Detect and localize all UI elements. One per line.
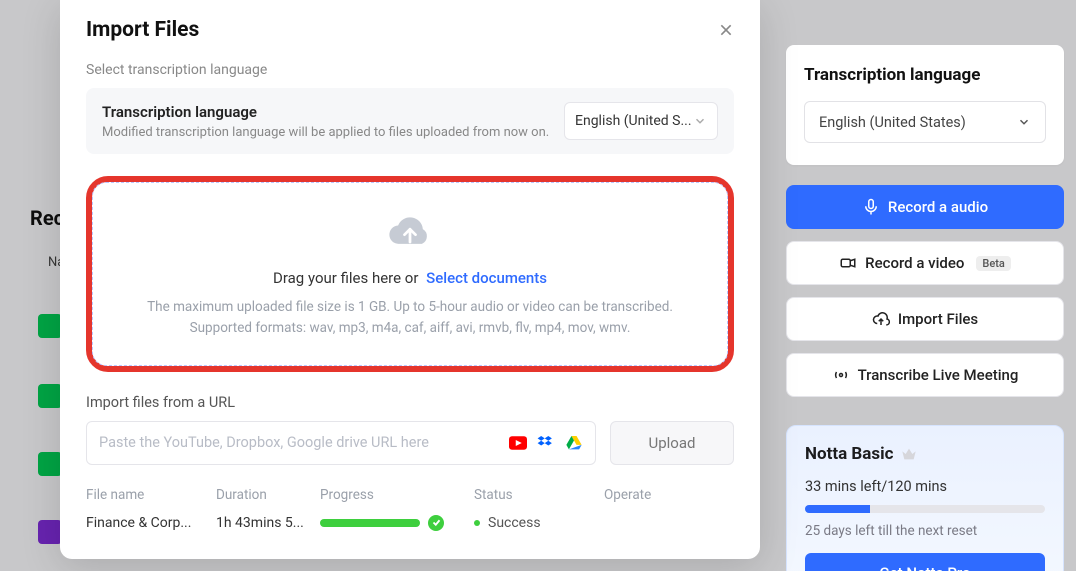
plan-card: Notta Basic 33 mins left/120 mins 25 day… (786, 425, 1064, 571)
cell-filename: Finance & Corp... (86, 515, 216, 531)
close-icon[interactable] (718, 22, 734, 38)
cell-status: Success (474, 515, 604, 531)
th-operate: Operate (604, 487, 704, 503)
transcription-language-card: Transcription language English (United S… (786, 45, 1064, 165)
upload-label: Upload (649, 434, 696, 452)
cell-duration: 1h 43mins 5... (216, 515, 320, 531)
lang-box-title: Transcription language (102, 103, 549, 121)
record-video-button[interactable]: Record a video Beta (786, 241, 1064, 285)
status-text: Success (488, 515, 541, 531)
plan-progress-fill (805, 505, 870, 513)
url-import-label: Import files from a URL (86, 394, 734, 411)
youtube-icon (509, 436, 527, 450)
plan-name: Notta Basic (805, 444, 893, 464)
beta-badge: Beta (976, 256, 1010, 271)
url-input-wrap (86, 421, 596, 465)
select-documents-link[interactable]: Select documents (426, 269, 547, 287)
th-duration: Duration (216, 487, 320, 503)
dropbox-icon (537, 436, 555, 450)
dropzone-highlight: Drag your files here or Select documents… (86, 176, 734, 372)
broadcast-icon (832, 366, 850, 384)
modal-title: Import Files (86, 18, 199, 42)
record-video-label: Record a video (865, 254, 964, 272)
right-rail: Transcription language English (United S… (786, 45, 1064, 571)
language-select[interactable]: English (United States) (804, 101, 1046, 143)
cloud-upload-icon (388, 211, 432, 251)
transcribe-live-button[interactable]: Transcribe Live Meeting (786, 353, 1064, 397)
import-files-button[interactable]: Import Files (786, 297, 1064, 341)
dropzone-text: Drag your files here or (273, 269, 418, 287)
plan-progress-bar (805, 505, 1045, 513)
video-icon (839, 254, 857, 272)
plan-minutes: 33 mins left/120 mins (805, 478, 1045, 495)
progress-check-icon (428, 515, 444, 531)
th-status: Status (474, 487, 604, 503)
status-dot-icon (474, 520, 480, 526)
lang-box-subtitle: Modified transcription language will be … (102, 125, 549, 140)
transcription-language-title: Transcription language (804, 65, 1046, 85)
google-drive-icon (565, 436, 583, 450)
select-language-label: Select transcription language (86, 62, 734, 78)
import-files-modal: Import Files Select transcription langua… (60, 0, 760, 559)
crown-icon (901, 447, 917, 461)
microphone-icon (862, 198, 880, 216)
upload-table-header: File name Duration Progress Status Opera… (86, 487, 734, 503)
import-files-label: Import Files (898, 310, 978, 328)
chevron-down-icon (1017, 115, 1031, 129)
get-pro-button[interactable]: Get Notta Pro (805, 553, 1045, 571)
chevron-down-icon (693, 114, 707, 128)
upload-table-row: Finance & Corp... 1h 43mins 5... Success (86, 515, 734, 531)
cell-progress (320, 515, 474, 531)
file-dropzone[interactable]: Drag your files here or Select documents… (92, 182, 728, 366)
upload-button[interactable]: Upload (610, 421, 734, 465)
get-pro-label: Get Notta Pro (879, 564, 970, 571)
record-audio-label: Record a audio (888, 198, 988, 216)
dropzone-sub1: The maximum uploaded file size is 1 GB. … (113, 297, 707, 318)
dropzone-sub2: Supported formats: wav, mp3, m4a, caf, a… (113, 318, 707, 339)
transcribe-live-label: Transcribe Live Meeting (858, 366, 1019, 384)
progress-bar (320, 519, 420, 527)
record-audio-button[interactable]: Record a audio (786, 185, 1064, 229)
plan-note: 25 days left till the next reset (805, 523, 1045, 539)
th-progress: Progress (320, 487, 474, 503)
url-input[interactable] (99, 434, 509, 451)
th-filename: File name (86, 487, 216, 503)
cloud-upload-icon (872, 310, 890, 328)
modal-language-select[interactable]: English (United S... (564, 102, 718, 140)
language-selected-label: English (United States) (819, 114, 966, 131)
language-box: Transcription language Modified transcri… (86, 88, 734, 154)
modal-language-selected: English (United S... (575, 113, 692, 129)
